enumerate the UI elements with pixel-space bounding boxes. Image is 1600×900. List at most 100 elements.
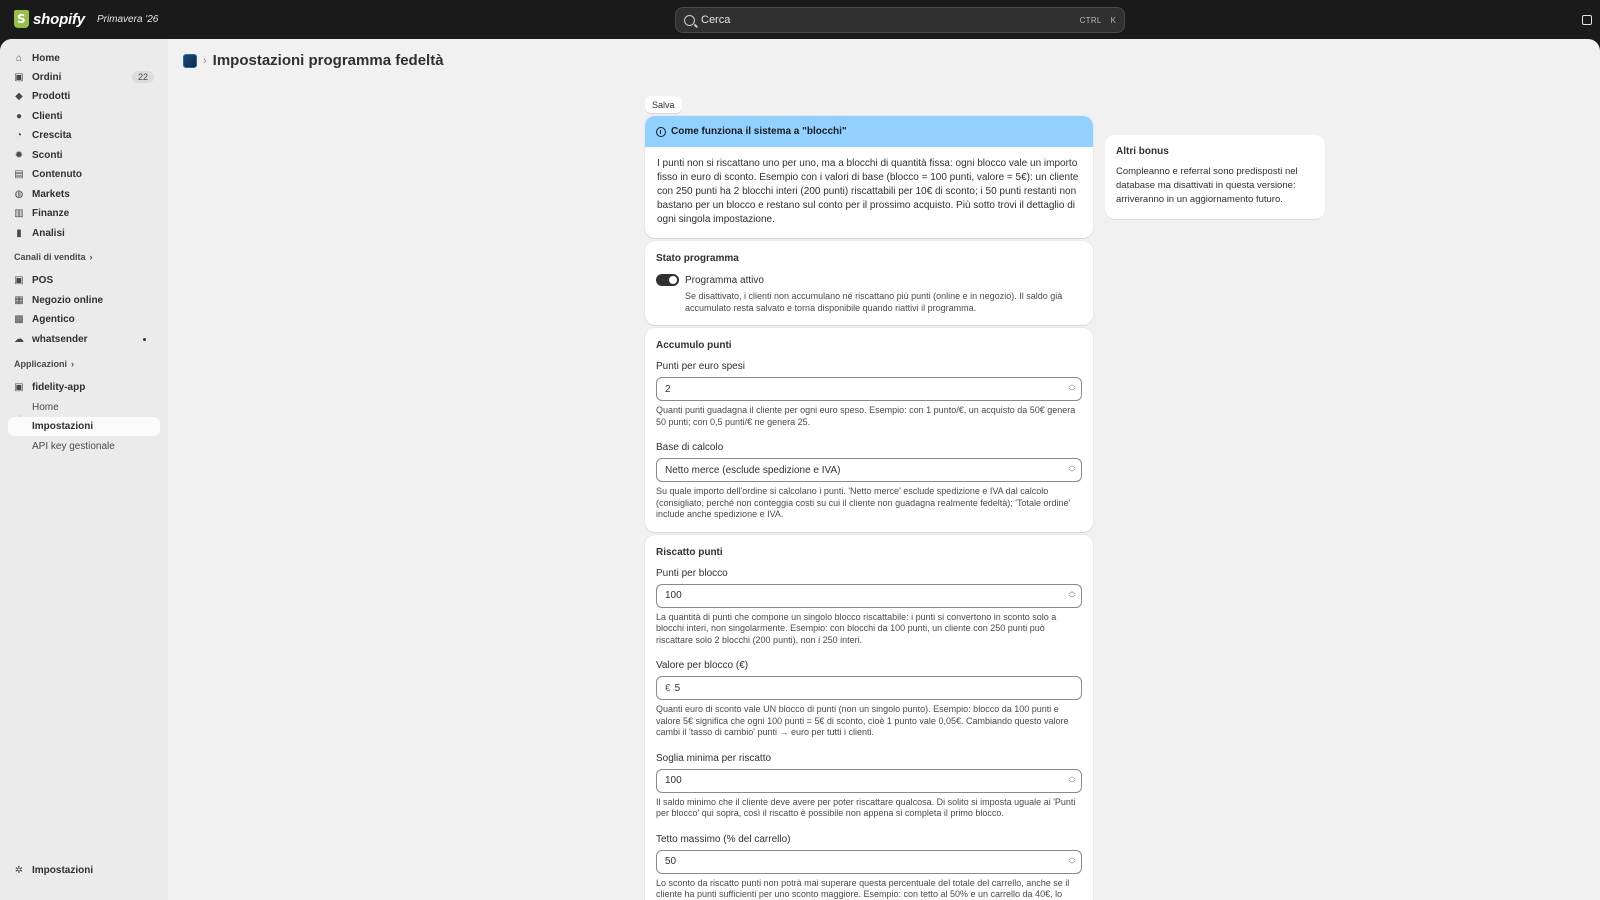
chevron-down-icon[interactable]: ﹀ [1069, 596, 1076, 604]
value-per-block-input[interactable]: € 5 [656, 676, 1082, 700]
sidebar-item-label: Analisi [32, 228, 65, 239]
save-button[interactable]: Salva [645, 96, 682, 113]
orders-icon: ▣ [14, 72, 24, 83]
number-stepper[interactable]: ︿ ﹀ [1068, 381, 1076, 397]
orders-count-badge: 22 [131, 71, 154, 83]
app-subitem-api-key[interactable]: API key gestionale [8, 437, 160, 456]
select-chevron-icon: ︿ ﹀ [1068, 462, 1076, 477]
redemption-card: Riscatto punti Punti per blocco 100 ︿ ﹀ L… [645, 534, 1093, 900]
banner-title: Come funziona il sistema a "blocchi" [671, 126, 847, 137]
sidebar-item-online-store[interactable]: ▦ Negozio online [8, 291, 160, 310]
sidebar-item-label: Home [32, 53, 60, 64]
agent-icon: ▩ [14, 314, 24, 325]
program-active-toggle[interactable] [656, 274, 679, 286]
sidebar-item-label: Contenuto [32, 169, 82, 180]
app-subitem-home[interactable]: Home [8, 398, 160, 417]
help-text: Quanti punti guadagna il cliente per ogn… [656, 405, 1076, 427]
shopify-bag-icon [14, 10, 29, 28]
card-title: Riscatto punti [656, 546, 723, 558]
shopify-logo[interactable]: shopify Primavera '26 [14, 10, 158, 28]
chevron-right-icon: › [203, 54, 207, 67]
whatsender-icon: ☁ [14, 334, 24, 345]
sidebar-item-label: Negozio online [32, 295, 104, 306]
sidebar-item-orders[interactable]: ▣ Ordini 22 [8, 68, 160, 87]
chevron-up-icon[interactable]: ︿ [1069, 773, 1076, 781]
person-icon: ● [15, 111, 23, 122]
number-stepper[interactable]: ︿ ﹀ [1068, 588, 1076, 604]
input-value: 100 [665, 775, 682, 786]
sidebar: ⌂ Home ▣ Ordini 22 ◆ Prodotti ● Clienti … [0, 39, 168, 900]
number-stepper[interactable]: ︿ ﹀ [1068, 854, 1076, 870]
calculation-base-select[interactable]: Netto merce (esclude spedizione e IVA) ︿… [656, 458, 1082, 482]
chevron-up-icon[interactable]: ︿ [1069, 588, 1076, 596]
points-per-euro-input[interactable]: 2 ︿ ﹀ [656, 377, 1082, 401]
store-icon: ▦ [14, 295, 24, 306]
gauge-icon: ◔ [15, 130, 23, 141]
sidebar-item-whatsender[interactable]: ☁ whatsender [8, 330, 160, 349]
field-label: Valore per blocco (€) [656, 660, 749, 671]
bank-icon: ▥ [14, 208, 24, 219]
sidebar-item-label: Ordini [32, 72, 62, 83]
info-icon [656, 126, 666, 137]
sidebar-item-analytics[interactable]: ▮ Analisi [8, 224, 160, 243]
sidebar-item-label: Finanze [32, 208, 70, 219]
min-threshold-input[interactable]: 100 ︿ ﹀ [656, 768, 1082, 793]
apps-heading[interactable]: Applicazioni › [14, 359, 74, 369]
input-value: 100 [665, 590, 682, 601]
sidebar-item-pos[interactable]: ▣ POS [8, 271, 160, 290]
breadcrumb: › Impostazioni programma fedeltà [183, 52, 444, 69]
chevron-down-icon[interactable]: ﹀ [1069, 862, 1076, 870]
accrual-card: Accumulo punti Punti per euro spesi 2 ︿ ﹀… [645, 328, 1093, 532]
sidebar-item-label: Impostazioni [32, 865, 94, 876]
pos-icon: ▣ [14, 275, 24, 286]
sidebar-item-customers[interactable]: ● Clienti [8, 107, 160, 126]
value-per-block-field: Valore per blocco (€) € 5 Quanti euro di… [656, 660, 1082, 739]
number-stepper[interactable]: ︿ ﹀ [1068, 773, 1076, 789]
sidebar-item-home[interactable]: ⌂ Home [8, 49, 160, 68]
apps-label: Applicazioni [14, 359, 68, 369]
input-value: 2 [665, 383, 671, 395]
search-icon [684, 14, 695, 26]
sidebar-item-content[interactable]: ▤ Contenuto [8, 165, 160, 184]
search-input[interactable]: Cerca CTRL K [675, 7, 1125, 33]
settings-column: Come funziona il sistema a "blocchi" I p… [645, 116, 1093, 900]
sidebar-item-discounts[interactable]: ✹ Sconti [8, 146, 160, 165]
help-text: Lo sconto da riscatto punti non potrà ma… [656, 877, 1070, 900]
app-subitem-settings[interactable]: Impostazioni [8, 417, 160, 436]
program-active-row: Programma attivo [656, 274, 1082, 286]
app-logo-icon[interactable] [183, 53, 197, 68]
chevron-up-icon[interactable]: ︿ [1069, 381, 1076, 389]
sidebar-item-fidelity-app[interactable]: ▣ fidelity-app [8, 378, 160, 397]
select-value: Netto merce (esclude spedizione e IVA) [665, 464, 841, 476]
chevron-down-icon[interactable]: ﹀ [1069, 389, 1076, 397]
chevron-down-icon[interactable]: ﹀ [1069, 781, 1076, 789]
points-per-block-input[interactable]: 100 ︿ ﹀ [656, 583, 1082, 608]
sidebar-item-finance[interactable]: ▥ Finanze [8, 204, 160, 223]
sidebar-item-label: POS [32, 275, 54, 286]
info-banner: Come funziona il sistema a "blocchi" I p… [645, 116, 1093, 238]
sidebar-item-growth[interactable]: ◔ Crescita [8, 126, 160, 145]
card-body: Compleanno e referral sono predisposti n… [1116, 166, 1298, 205]
sidebar-item-markets[interactable]: ◍ Markets [8, 185, 160, 204]
card-title: Stato programma [656, 253, 739, 264]
toggle-help-text: Se disattivato, i clienti non accumulano… [685, 291, 1063, 313]
help-text: Quanti euro di sconto vale UN blocco di … [656, 704, 1069, 737]
currency-prefix: € [665, 682, 671, 694]
max-cap-field: Tetto massimo (% del carrello) 50 ︿ ﹀ Lo … [656, 834, 1082, 900]
sidebar-item-settings[interactable]: ✲ Impostazioni [8, 861, 160, 880]
other-bonus-card: Altri bonus Compleanno e referral sono p… [1105, 135, 1325, 219]
toggle-label: Programma attivo [685, 274, 764, 286]
max-cap-input[interactable]: 50 ︿ ﹀ [656, 849, 1082, 874]
chevron-up-icon[interactable]: ︿ [1069, 854, 1076, 862]
field-label: Soglia minima per riscatto [656, 752, 772, 764]
shortcut-key: K [1110, 15, 1116, 25]
help-text: La quantità di punti che compone un sing… [656, 611, 1057, 645]
inbox-icon[interactable] [1582, 15, 1592, 25]
banner-header: Come funziona il sistema a "blocchi" [645, 116, 1093, 147]
sidebar-item-agentic[interactable]: ▩ Agentico [8, 310, 160, 329]
chevron-right-icon: › [71, 359, 75, 369]
content-icon: ▤ [14, 169, 24, 180]
sidebar-item-products[interactable]: ◆ Prodotti [8, 87, 160, 106]
sales-channels-heading[interactable]: Canali di vendita › [14, 252, 93, 262]
sidebar-item-label: Prodotti [32, 91, 71, 102]
